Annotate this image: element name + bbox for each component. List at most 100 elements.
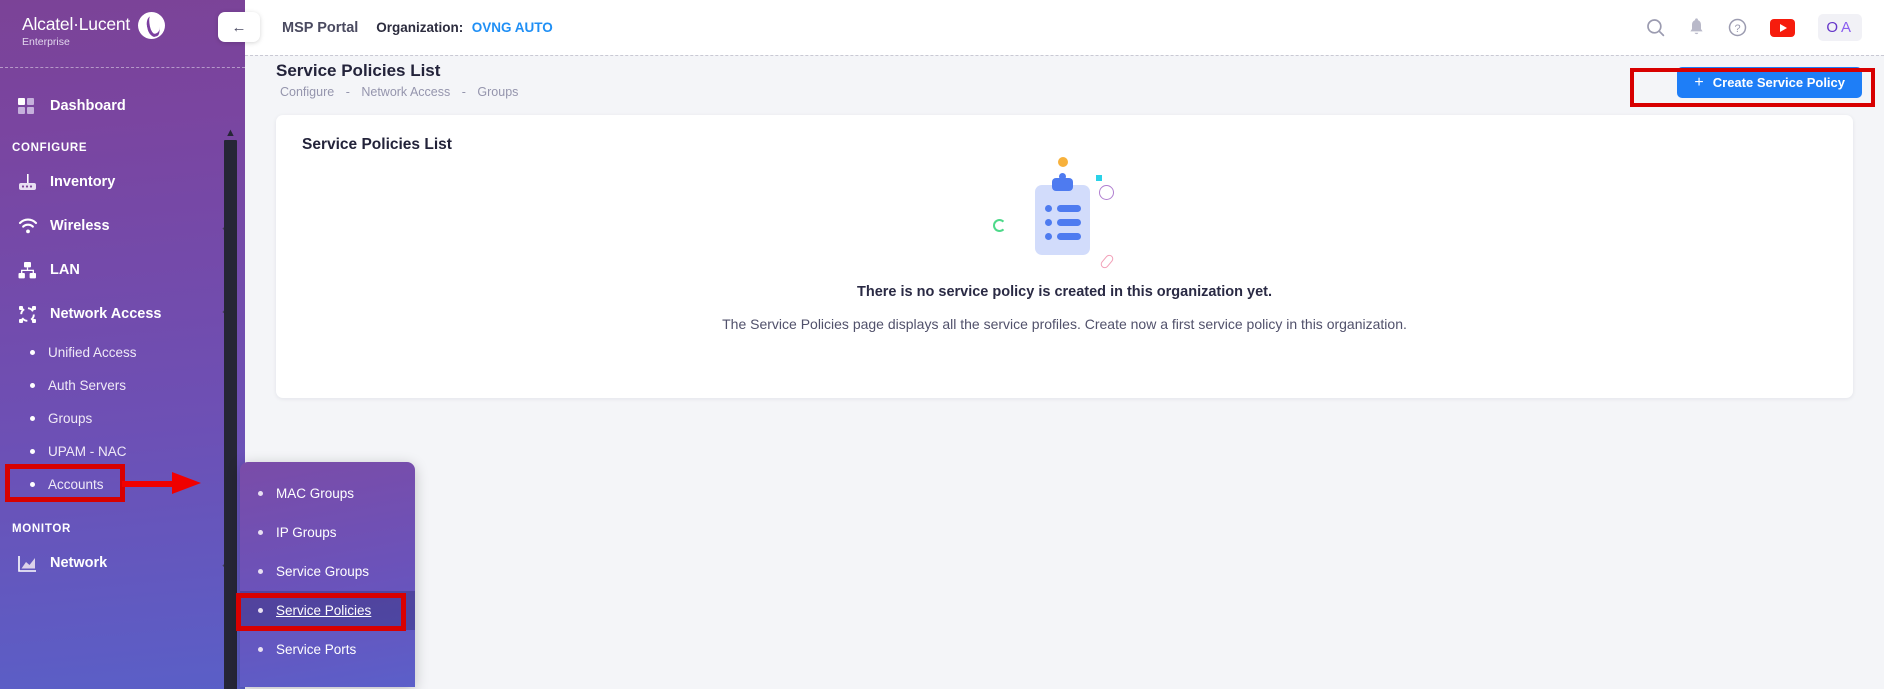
clipboard-bullet	[1044, 233, 1052, 240]
sidebar-item-label: Auth Servers	[48, 378, 127, 393]
avatar-initial-first: O	[1826, 19, 1841, 36]
empty-state-description: The Service Policies page displays all t…	[722, 316, 1407, 332]
sidebar-item-label: Network	[50, 555, 108, 571]
purple-circle-decoration	[1098, 185, 1114, 200]
flyout-item-service-groups[interactable]: Service Groups	[240, 552, 415, 591]
bullet-icon	[30, 383, 35, 388]
svg-text:?: ?	[1735, 23, 1741, 35]
create-service-policy-button[interactable]: + Create Service Policy	[1677, 67, 1862, 98]
clipboard-bullet	[1044, 219, 1052, 226]
sidebar-item-label: Inventory	[50, 174, 116, 190]
clipboard-bullet	[1044, 205, 1052, 212]
card-title: Service Policies List	[302, 136, 452, 153]
groups-flyout-menu: MAC Groups IP Groups Service Groups Serv…	[240, 462, 415, 687]
bullet-icon	[30, 449, 35, 454]
help-question-icon[interactable]: ?	[1728, 18, 1747, 37]
bullet-icon	[30, 350, 35, 355]
page-title: Service Policies List	[276, 61, 441, 80]
cyan-square-decoration	[1095, 175, 1102, 181]
wifi-icon	[18, 218, 44, 235]
application-window: Alcatel·Lucent Enterprise Dashboard CONF…	[0, 0, 1884, 689]
sidebar-item-auth-servers[interactable]: Auth Servers ›	[0, 369, 245, 402]
avatar-initial-second: A	[1840, 19, 1854, 36]
sidebar-item-groups[interactable]: Groups ›	[0, 402, 245, 435]
annotation-arrow-icon	[122, 472, 201, 494]
sidebar-item-label: Network Access	[50, 306, 162, 322]
bullet-icon	[30, 416, 35, 421]
msp-portal-link[interactable]: MSP Portal	[282, 20, 358, 36]
flyout-item-label: MAC Groups	[276, 486, 355, 501]
clipboard-illustration-icon	[980, 157, 1150, 277]
lan-icon	[18, 261, 44, 279]
network-access-icon	[18, 305, 44, 324]
bullet-icon	[258, 569, 263, 574]
green-spiral-decoration	[992, 219, 1006, 232]
grid-icon	[18, 97, 44, 115]
flyout-item-ip-groups[interactable]: IP Groups	[240, 513, 415, 552]
organization-selector[interactable]: Organization: OVNG AUTO	[376, 19, 552, 37]
sidebar-item-label: Groups	[48, 411, 93, 426]
youtube-icon[interactable]	[1770, 18, 1796, 37]
pink-paperclip-decoration	[1098, 253, 1115, 270]
clipboard-clasp	[1051, 173, 1073, 191]
breadcrumb-root[interactable]: Configure	[280, 85, 334, 99]
page-header: Service Policies List Configure - Networ…	[245, 55, 1884, 109]
flyout-item-mac-groups[interactable]: MAC Groups	[240, 474, 415, 513]
breadcrumb-separator: -	[461, 85, 466, 99]
flyout-item-service-policies[interactable]: Service Policies	[240, 591, 415, 630]
sidebar-item-label: Wireless	[50, 218, 110, 234]
bullet-icon	[258, 491, 263, 496]
avatar[interactable]: OA	[1818, 14, 1862, 41]
sidebar-item-dashboard[interactable]: Dashboard	[0, 80, 245, 132]
sidebar-section-monitor: MONITOR	[12, 523, 71, 535]
bullet-icon	[258, 530, 263, 535]
sidebar-item-upam-nac[interactable]: UPAM - NAC ›	[0, 435, 245, 468]
empty-state-heading: There is no service policy is created in…	[857, 284, 1272, 300]
clipboard-line	[1056, 205, 1081, 212]
brand-logo[interactable]: Alcatel·Lucent Enterprise	[0, 0, 245, 63]
sidebar-item-network-access[interactable]: Network Access ⌃	[0, 292, 245, 336]
search-icon[interactable]	[1646, 18, 1665, 37]
bullet-icon	[258, 647, 263, 652]
flyout-item-service-ports[interactable]: Service Ports	[240, 630, 415, 669]
organization-value: OVNG AUTO	[471, 19, 553, 35]
sidebar: Alcatel·Lucent Enterprise Dashboard CONF…	[0, 0, 245, 689]
sidebar-item-wireless[interactable]: Wireless ⌄	[0, 204, 245, 248]
flyout-item-label: Service Groups	[276, 564, 370, 579]
scroll-up-arrow-icon[interactable]: ▲	[224, 128, 237, 139]
create-service-policy-label: Create Service Policy	[1712, 75, 1845, 90]
sidebar-item-label: Unified Access	[48, 345, 137, 360]
brand-subtitle: Enterprise	[22, 36, 70, 48]
brand-name: Alcatel·Lucent	[22, 14, 131, 34]
sidebar-item-label: LAN	[50, 262, 80, 278]
plus-icon: +	[1694, 74, 1704, 91]
chart-icon	[18, 555, 44, 572]
arrow-left-icon: ←	[231, 18, 247, 36]
breadcrumb-separator: -	[345, 85, 350, 99]
flyout-item-label: Service Policies	[276, 603, 372, 618]
breadcrumb-mid[interactable]: Network Access	[361, 85, 450, 99]
sidebar-divider	[0, 67, 245, 68]
breadcrumb: Configure - Network Access - Groups	[276, 85, 522, 99]
sidebar-item-unified-access[interactable]: Unified Access ›	[0, 336, 245, 369]
sidebar-scroll-pane: Dashboard CONFIGURE Inventory ›	[0, 80, 245, 689]
service-policies-card: Service Policies List There is no servic…	[276, 115, 1853, 398]
clipboard-line	[1056, 219, 1081, 226]
bullet-icon	[30, 482, 35, 487]
sidebar-item-label: UPAM - NAC	[48, 444, 127, 459]
sidebar-item-network[interactable]: Network ⌄	[0, 541, 245, 585]
sidebar-scrollbar[interactable]	[224, 140, 237, 689]
sidebar-item-inventory[interactable]: Inventory ›	[0, 160, 245, 204]
orange-dot-decoration	[1057, 157, 1068, 167]
sidebar-section-configure: CONFIGURE	[12, 142, 88, 154]
bullet-icon	[258, 608, 263, 613]
sidebar-collapse-button[interactable]: ←	[218, 12, 260, 42]
sidebar-item-lan[interactable]: LAN ›	[0, 248, 245, 292]
breadcrumb-leaf[interactable]: Groups	[477, 85, 518, 99]
top-bar: ← MSP Portal Organization: OVNG AUTO ? O…	[218, 0, 1884, 55]
flyout-item-label: IP Groups	[276, 525, 337, 540]
main-content: ← MSP Portal Organization: OVNG AUTO ? O…	[218, 0, 1884, 689]
bell-notification-icon[interactable]	[1688, 18, 1705, 37]
alcatel-lucent-swirl-logo-icon	[138, 12, 166, 39]
organization-label: Organization:	[376, 19, 464, 35]
